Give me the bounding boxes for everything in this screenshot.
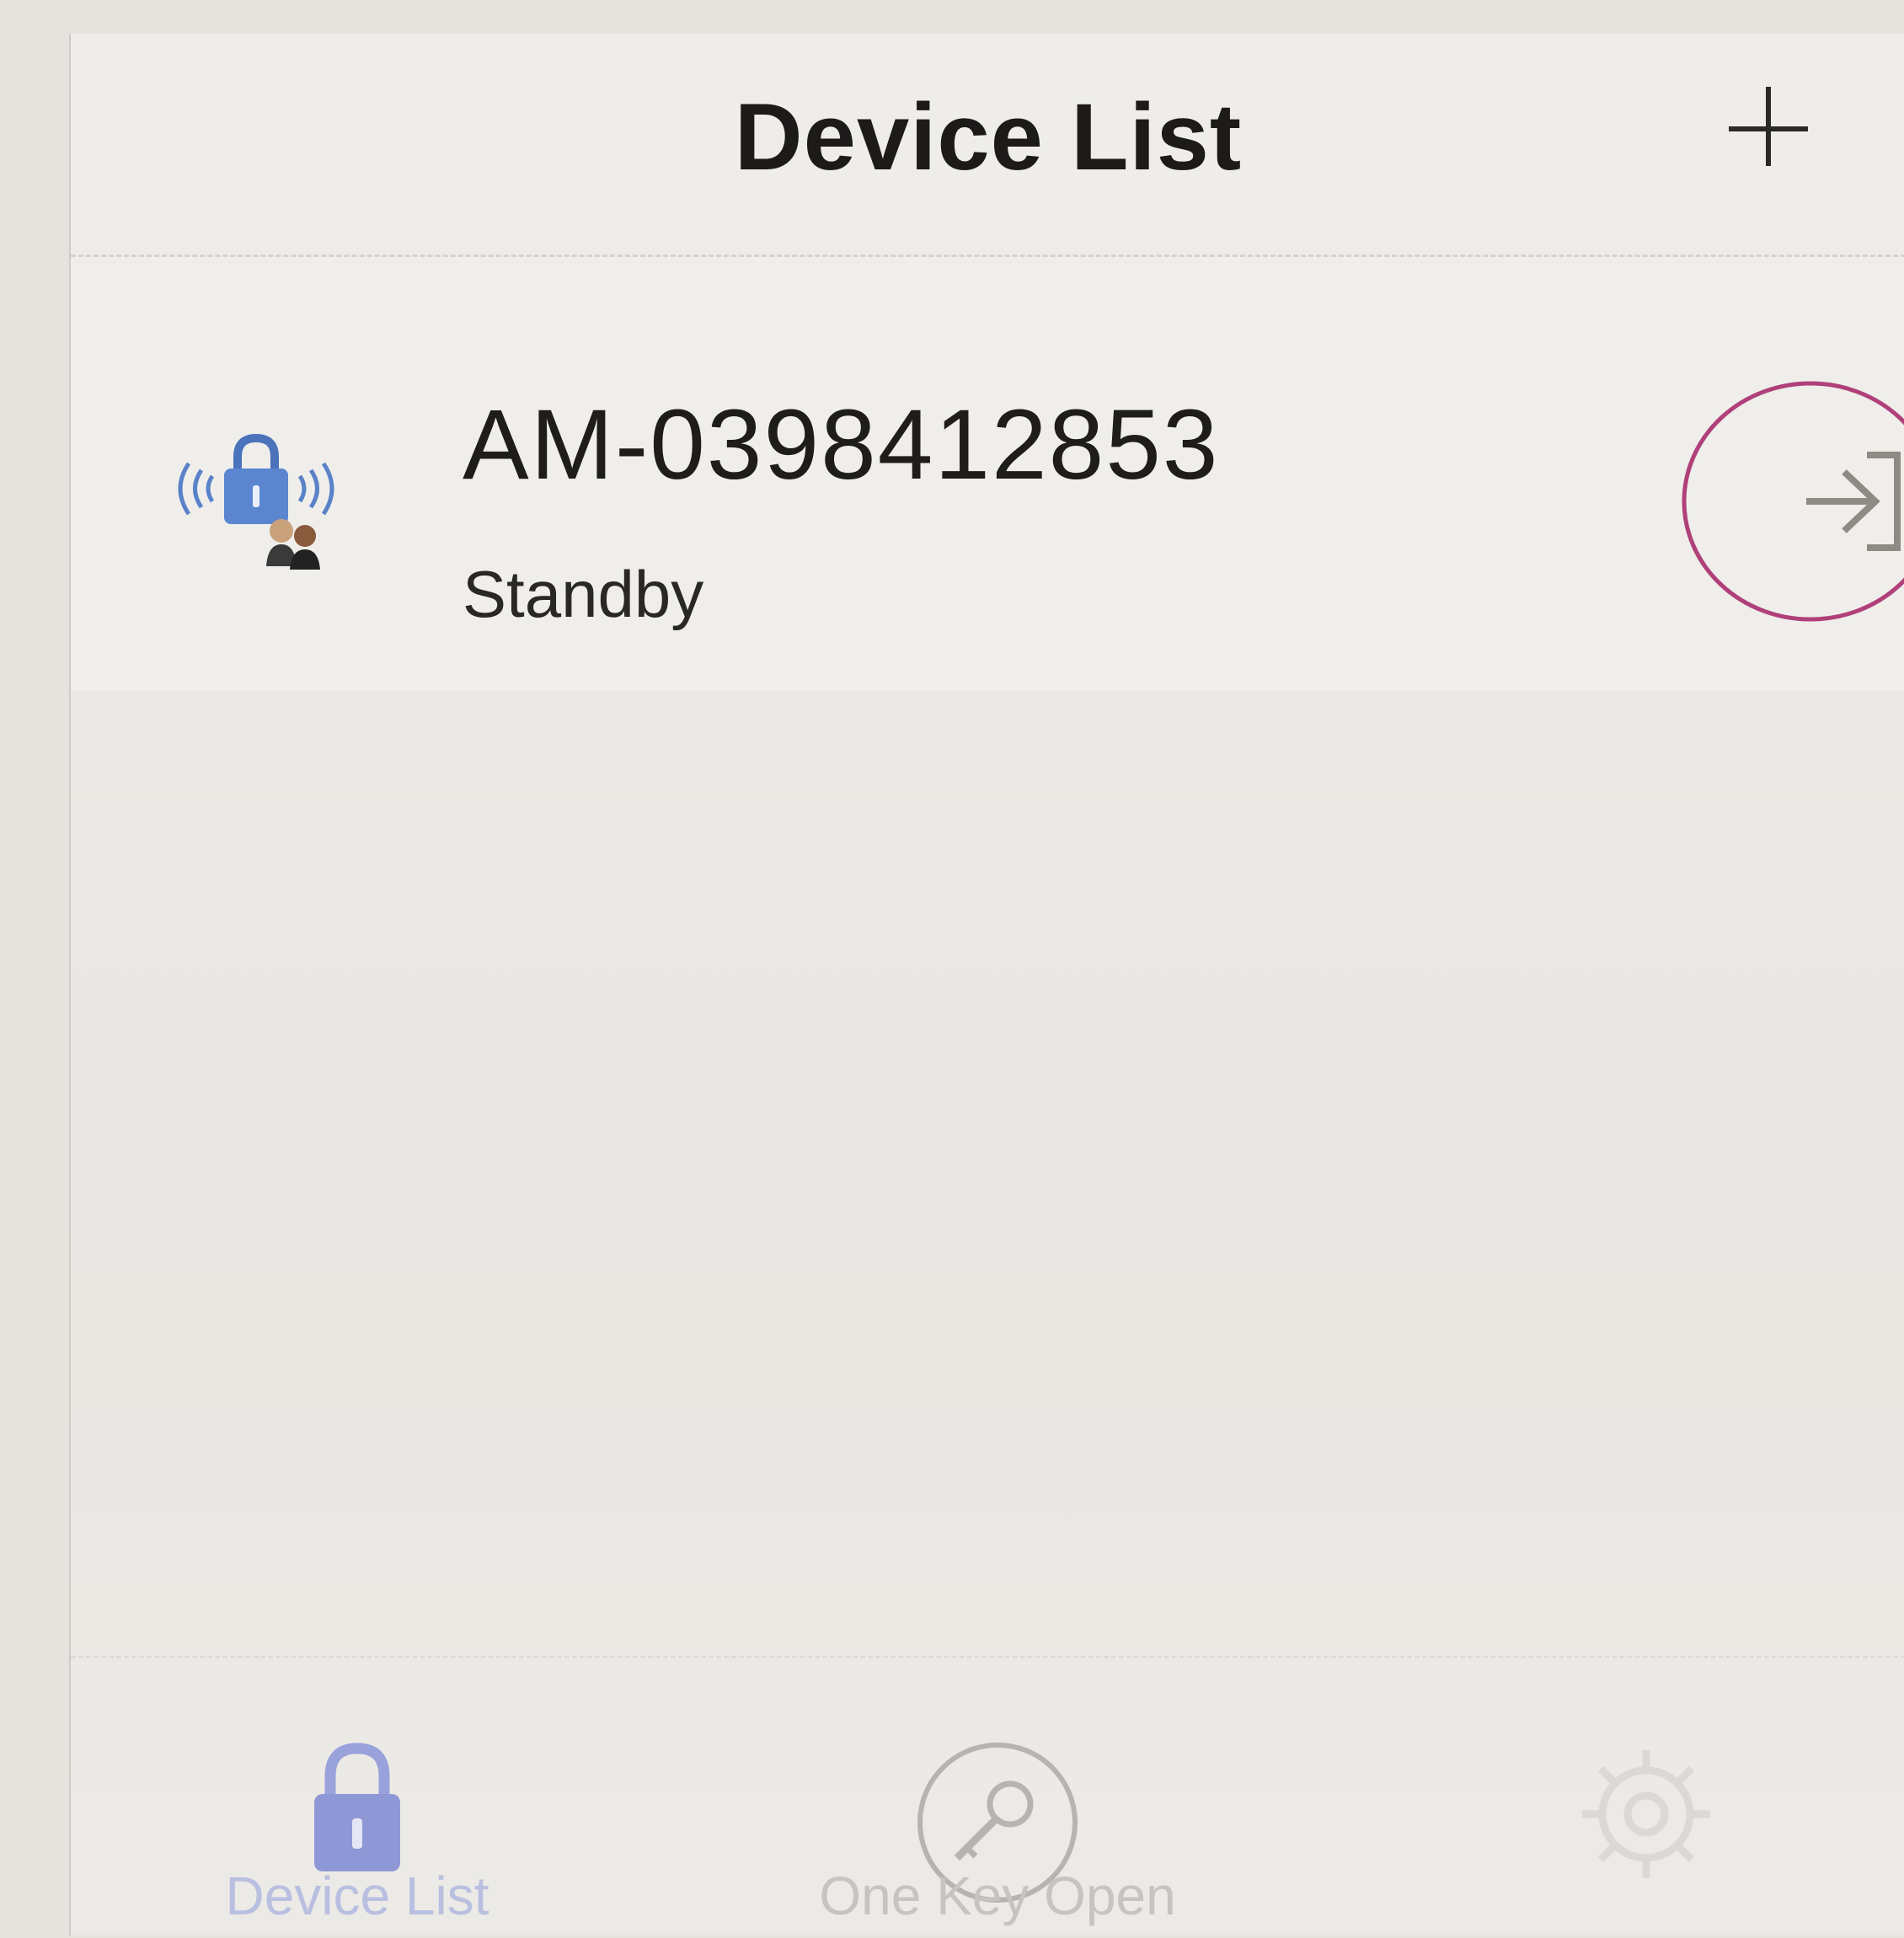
gear-icon <box>1582 1750 1710 1878</box>
add-device-button[interactable] <box>1722 80 1815 173</box>
tab-label: One Key Open <box>819 1866 1176 1926</box>
wireless-lock-icon <box>155 430 357 598</box>
enter-icon <box>1682 381 1904 622</box>
enter-device-button[interactable] <box>1671 379 1904 624</box>
tab-one-key-open[interactable]: One Key Open <box>762 1658 1233 1938</box>
tab-settings[interactable] <box>1410 1658 1882 1938</box>
page-title: Device List <box>734 84 1243 190</box>
tab-label: Device List <box>225 1866 489 1926</box>
tab-device-list[interactable]: Device List <box>147 1658 568 1938</box>
device-status: Standby <box>463 557 704 631</box>
tab-bar: Device List One Key Open <box>71 1656 1904 1938</box>
lock-icon <box>314 1743 400 1871</box>
navigation-bar: Device List <box>71 34 1904 257</box>
list-item[interactable]: AM-0398412853 Standby <box>71 257 1904 691</box>
app-screen: Device List AM-0398412853 Standby Device… <box>69 34 1904 1935</box>
plus-icon <box>1729 87 1808 166</box>
device-name: AM-0398412853 <box>463 389 1220 501</box>
